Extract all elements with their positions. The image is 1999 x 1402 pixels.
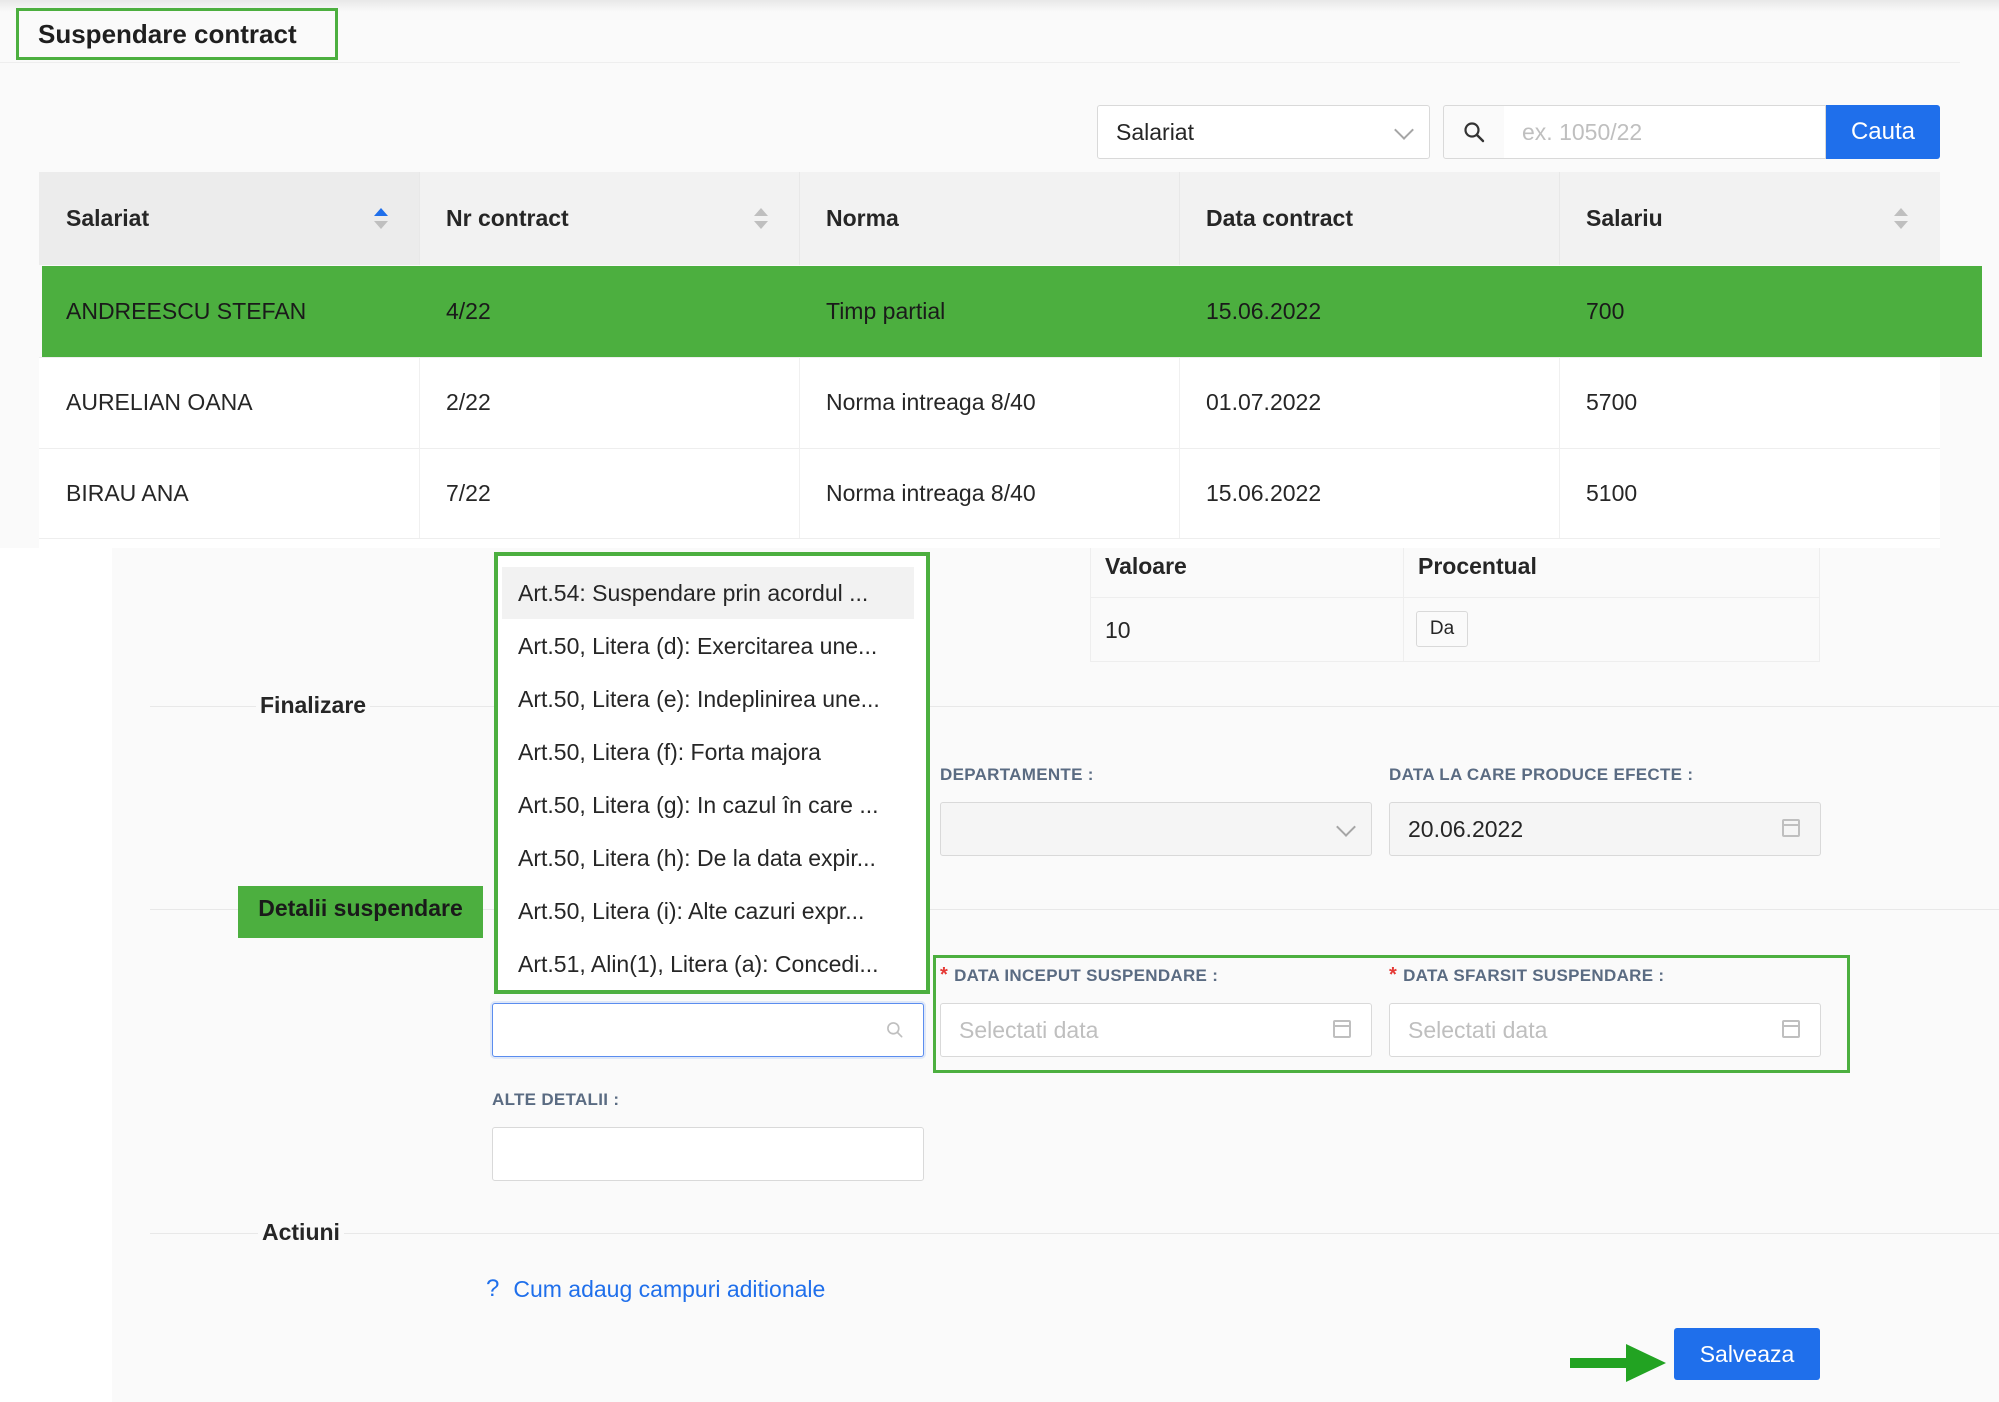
cell-salariat: AURELIAN OANA	[66, 389, 253, 415]
data-inceput-placeholder: Selectati data	[959, 1016, 1099, 1043]
dropdown-option[interactable]: Art.50, Litera (e): Indeplinirea une...	[498, 673, 926, 725]
data-sfarsit-label-text: DATA SFARSIT SUSPENDARE :	[1403, 966, 1665, 985]
column-divider	[419, 357, 420, 538]
chevron-down-icon	[1394, 120, 1414, 140]
help-link[interactable]: ? Cum adaug campuri aditionale	[486, 1275, 825, 1303]
page-title: Suspendare contract	[16, 8, 338, 60]
search-field-select[interactable]: Salariat	[1097, 105, 1430, 159]
chevron-down-icon	[1336, 817, 1356, 837]
section-divider	[150, 1233, 1999, 1234]
dropdown-option[interactable]: Art.50, Litera (h): De la data expir...	[498, 832, 926, 884]
section-title-finalizare: Finalizare	[256, 692, 371, 719]
cell-nr-contract: 7/22	[446, 480, 491, 506]
search-icon[interactable]	[1443, 105, 1505, 159]
column-divider	[1179, 357, 1180, 538]
cell-data-contract: 15.06.2022	[1206, 298, 1322, 324]
dropdown-option[interactable]: Art.50, Litera (f): Forta majora	[498, 726, 926, 778]
calendar-icon	[1333, 1020, 1351, 1038]
cell-norma: Norma intreaga 8/40	[826, 480, 1036, 506]
column-header-data-contract: Data contract	[1206, 172, 1546, 265]
sort-icon[interactable]	[374, 208, 388, 230]
cell-salariu: 700	[1586, 298, 1625, 324]
header-divider	[0, 62, 1960, 63]
column-divider	[1403, 548, 1404, 661]
column-divider	[1819, 548, 1820, 661]
required-mark: *	[1389, 964, 1398, 986]
sort-icon[interactable]	[754, 208, 768, 230]
cell-data-contract: 15.06.2022	[1206, 480, 1322, 506]
motiv-suspendare-select[interactable]	[492, 1003, 924, 1057]
section-divider	[150, 706, 1999, 707]
cell-salariu: 5100	[1586, 480, 1638, 506]
search-icon	[887, 1022, 903, 1038]
data-sfarsit-placeholder: Selectati data	[1408, 1016, 1548, 1043]
procentual-tag: Da	[1416, 611, 1468, 647]
row-divider	[1090, 597, 1820, 598]
column-header-label: Nr contract	[446, 205, 569, 231]
data-efecte-date-picker[interactable]: 20.06.2022	[1389, 802, 1821, 856]
data-inceput-label-text: DATA INCEPUT SUSPENDARE :	[954, 966, 1219, 985]
data-sfarsit-date-picker[interactable]: Selectati data	[1389, 1003, 1821, 1057]
search-field-select-value: Salariat	[1116, 118, 1194, 145]
cell-norma: Timp partial	[826, 298, 946, 324]
column-header-label: Data contract	[1206, 205, 1353, 231]
table-row-selected[interactable]	[42, 266, 1982, 357]
data-efecte-label: DATA LA CARE PRODUCE EFECTE :	[1389, 765, 1694, 784]
search-input[interactable]	[1504, 105, 1826, 159]
dropdown-option[interactable]: Art.50, Litera (d): Exercitarea une...	[498, 620, 926, 672]
cell-salariat: BIRAU ANA	[66, 480, 189, 506]
required-mark: *	[940, 964, 949, 986]
question-icon: ?	[486, 1275, 500, 1302]
cell-valoare: 10	[1105, 617, 1131, 643]
dropdown-option[interactable]: Art.54: Suspendare prin acordul ...	[502, 567, 914, 619]
alte-detalii-label: ALTE DETALII :	[492, 1090, 620, 1109]
calendar-icon	[1782, 1020, 1800, 1038]
dropdown-option[interactable]: Art.50, Litera (i): Alte cazuri expr...	[498, 885, 926, 937]
sort-icon[interactable]	[1894, 208, 1908, 230]
data-inceput-date-picker[interactable]: Selectati data	[940, 1003, 1372, 1057]
row-divider	[1090, 661, 1820, 662]
column-header-valoare: Valoare	[1105, 553, 1187, 579]
departamente-select[interactable]	[940, 802, 1372, 856]
column-header-salariat[interactable]: Salariat	[66, 172, 406, 265]
column-header-label: Salariu	[1586, 205, 1663, 231]
column-divider	[1179, 172, 1180, 265]
column-header-label: Norma	[826, 205, 899, 231]
calendar-icon	[1782, 819, 1800, 837]
arrow-right-icon	[1570, 1344, 1666, 1382]
cell-nr-contract: 2/22	[446, 389, 491, 415]
data-sfarsit-label: * DATA SFARSIT SUSPENDARE :	[1389, 964, 1664, 987]
dropdown-option[interactable]: Art.50, Litera (g): In cazul în care ...	[498, 779, 926, 831]
departamente-label: DEPARTAMENTE :	[940, 765, 1094, 784]
section-title-detalii-suspendare: Detalii suspendare	[238, 886, 483, 938]
column-divider	[799, 357, 800, 538]
column-header-procentual: Procentual	[1418, 553, 1537, 579]
column-divider	[419, 172, 420, 265]
column-divider	[1559, 357, 1560, 538]
column-header-label: Salariat	[66, 205, 150, 231]
column-header-norma: Norma	[826, 172, 1166, 265]
column-divider	[1559, 172, 1560, 265]
save-button[interactable]: Salveaza	[1674, 1328, 1820, 1380]
data-efecte-value: 20.06.2022	[1408, 815, 1524, 842]
data-inceput-label: * DATA INCEPUT SUSPENDARE :	[940, 964, 1218, 987]
column-divider	[1090, 548, 1091, 661]
column-divider	[799, 172, 800, 265]
help-link-text: Cum adaug campuri aditionale	[513, 1275, 826, 1302]
cell-nr-contract: 4/22	[446, 298, 491, 324]
dropdown-option[interactable]: Art.51, Alin(1), Litera (a): Concedi...	[498, 938, 926, 990]
section-title-actiuni: Actiuni	[258, 1219, 344, 1246]
search-button[interactable]: Cauta	[1826, 105, 1940, 159]
motiv-suspendare-dropdown: Art.54: Suspendare prin acordul ... Art.…	[494, 552, 930, 994]
cell-data-contract: 01.07.2022	[1206, 389, 1322, 415]
column-header-salariu[interactable]: Salariu	[1586, 172, 1926, 265]
cell-norma: Norma intreaga 8/40	[826, 389, 1036, 415]
column-header-nr-contract[interactable]: Nr contract	[446, 172, 786, 265]
cell-salariat: ANDREESCU STEFAN	[66, 298, 307, 324]
cell-salariu: 5700	[1586, 389, 1638, 415]
alte-detalii-input[interactable]	[492, 1127, 924, 1181]
